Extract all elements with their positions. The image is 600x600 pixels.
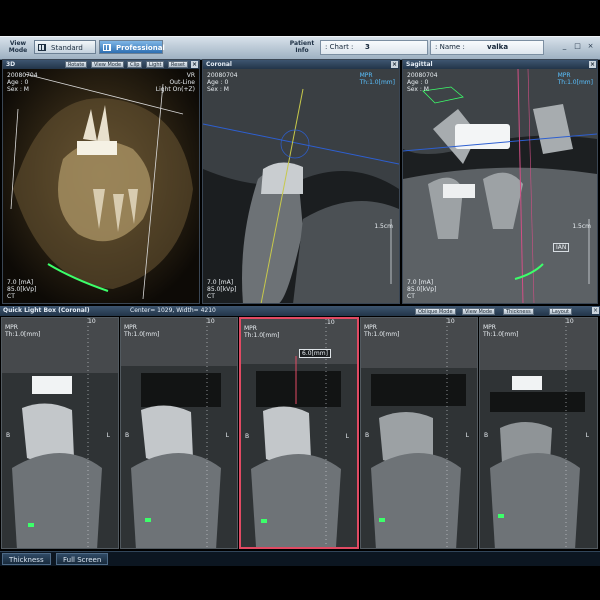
- lightbox-slice-5[interactable]: MPR Th:1.0[mm] B L 10: [479, 317, 598, 549]
- slice-mpr-overlay: MPR Th:1.0[mm]: [5, 324, 41, 338]
- view-mode-3d-button[interactable]: View Mode: [91, 61, 125, 68]
- full-screen-tab[interactable]: Full Screen: [56, 553, 109, 565]
- slice-mpr-overlay: MPR Th:1.0[mm]: [244, 325, 280, 339]
- panel-3d[interactable]: 3D Rotate View Mode Clip Light Reset × 2…: [2, 59, 200, 304]
- panel-coronal[interactable]: Coronal × 20080704 Age : 0 Sex : M MPR T…: [202, 59, 400, 304]
- ruler-label: 10: [447, 318, 455, 325]
- mpr-overlay: MPR Th:1.0[mm]: [359, 72, 395, 86]
- close-icon[interactable]: ×: [592, 307, 599, 314]
- close-button[interactable]: ×: [586, 42, 595, 51]
- orientation-left: B: [245, 433, 250, 440]
- render-mode-overlay: VR Out-Line Light On(+Z): [155, 72, 195, 93]
- panel-3d-header: 3D Rotate View Mode Clip Light Reset ×: [3, 60, 199, 69]
- panel-coronal-header: Coronal ×: [203, 60, 399, 69]
- maximize-button[interactable]: □: [573, 42, 582, 51]
- close-icon[interactable]: ×: [191, 61, 198, 68]
- chart-field[interactable]: : Chart : 3: [320, 40, 428, 55]
- ruler-label: 10: [207, 318, 215, 325]
- rotate-button[interactable]: Rotate: [65, 61, 88, 68]
- lightbox-title: Quick Light Box (Coronal): [3, 307, 90, 314]
- lightbox-slice-3-selected[interactable]: MPR Th:1.0[mm] 6.0[mm] B L 10: [239, 317, 359, 549]
- name-field[interactable]: : Name : valka: [430, 40, 544, 55]
- lightbox-header: Quick Light Box (Coronal) Center= 1029, …: [0, 306, 600, 316]
- orientation-right: L: [225, 432, 229, 439]
- light-button[interactable]: Light: [146, 61, 165, 68]
- orientation-left: B: [365, 432, 370, 439]
- grid-icon: [38, 44, 46, 51]
- view-mode-lightbox-button[interactable]: View Mode: [462, 308, 496, 315]
- lightbox-slice-1[interactable]: MPR Th:1.0[mm] B L 10: [1, 317, 119, 549]
- panel-sagittal-header: Sagittal ×: [403, 60, 597, 69]
- thickness-tab[interactable]: Thickness: [2, 553, 51, 565]
- scale-label: 1.5cm: [374, 223, 393, 230]
- orientation-left: B: [484, 432, 489, 439]
- slice-image: [121, 318, 237, 548]
- ruler-label: 10: [327, 319, 335, 326]
- slice-image: [361, 318, 477, 548]
- orientation-right: L: [345, 433, 349, 440]
- orientation-left: B: [125, 432, 130, 439]
- exposure-overlay: 7.0 [mA] 85.0[kVp] CT: [207, 279, 237, 300]
- view-mode-label: View Mode: [8, 40, 28, 54]
- minimize-button[interactable]: _: [560, 42, 569, 51]
- scale-label: 1.5cm: [572, 223, 591, 230]
- thickness-button[interactable]: Thickness: [503, 308, 534, 315]
- volume-render-image[interactable]: [3, 69, 199, 304]
- clip-button[interactable]: Clip: [127, 61, 143, 68]
- reset-button[interactable]: Reset: [168, 61, 188, 68]
- nerve-label: IAN: [553, 243, 570, 252]
- professional-mode-button[interactable]: Professional: [99, 40, 165, 54]
- slice-mpr-overlay: MPR Th:1.0[mm]: [364, 324, 400, 338]
- exposure-overlay: 7.0 [mA] 85.0[kVp] CT: [407, 279, 437, 300]
- lightbox-slice-4[interactable]: MPR Th:1.0[mm] B L 10: [360, 317, 478, 549]
- slice-image: [2, 318, 118, 548]
- patient-info-overlay: 20080704 Age : 0 Sex : M: [7, 72, 38, 93]
- panel-sagittal[interactable]: Sagittal × 20080704 Age : 0 Sex : M MPR …: [402, 59, 598, 304]
- patient-info-overlay: 20080704 Age : 0 Sex : M: [207, 72, 238, 93]
- patient-info-overlay: 20080704 Age : 0 Sex : M: [407, 72, 438, 93]
- oblique-mode-button[interactable]: Oblique Mode: [415, 308, 456, 315]
- grid-icon: [103, 44, 111, 51]
- bottom-tab-bar: Thickness Full Screen: [0, 551, 600, 566]
- close-icon[interactable]: ×: [391, 61, 398, 68]
- sagittal-slice-image[interactable]: [403, 69, 597, 304]
- orientation-left: B: [6, 432, 11, 439]
- dental-ct-viewer: View Mode Standard Professional Patient …: [0, 0, 600, 600]
- exposure-overlay: 7.0 [mA] 85.0[kVp] CT: [7, 279, 37, 300]
- slice-mpr-overlay: MPR Th:1.0[mm]: [124, 324, 160, 338]
- patient-info-label: Patient Info: [289, 40, 315, 54]
- ruler-label: 10: [566, 318, 574, 325]
- slice-image: [480, 318, 597, 548]
- mpr-overlay: MPR Th:1.0[mm]: [557, 72, 593, 86]
- slice-mpr-overlay: MPR Th:1.0[mm]: [483, 324, 519, 338]
- lightbox-slice-2[interactable]: MPR Th:1.0[mm] B L 10: [120, 317, 238, 549]
- top-toolbar: View Mode Standard Professional Patient …: [0, 36, 600, 60]
- close-icon[interactable]: ×: [589, 61, 596, 68]
- ruler-label: 10: [88, 318, 96, 325]
- window-level-readout: Center= 1029, Width= 4210: [130, 307, 216, 314]
- orientation-right: L: [465, 432, 469, 439]
- orientation-right: L: [585, 432, 589, 439]
- measurement-label[interactable]: 6.0[mm]: [299, 349, 331, 358]
- orientation-right: L: [106, 432, 110, 439]
- layout-button[interactable]: Layout: [549, 308, 572, 315]
- standard-mode-button[interactable]: Standard: [34, 40, 96, 54]
- coronal-slice-image[interactable]: [203, 69, 399, 304]
